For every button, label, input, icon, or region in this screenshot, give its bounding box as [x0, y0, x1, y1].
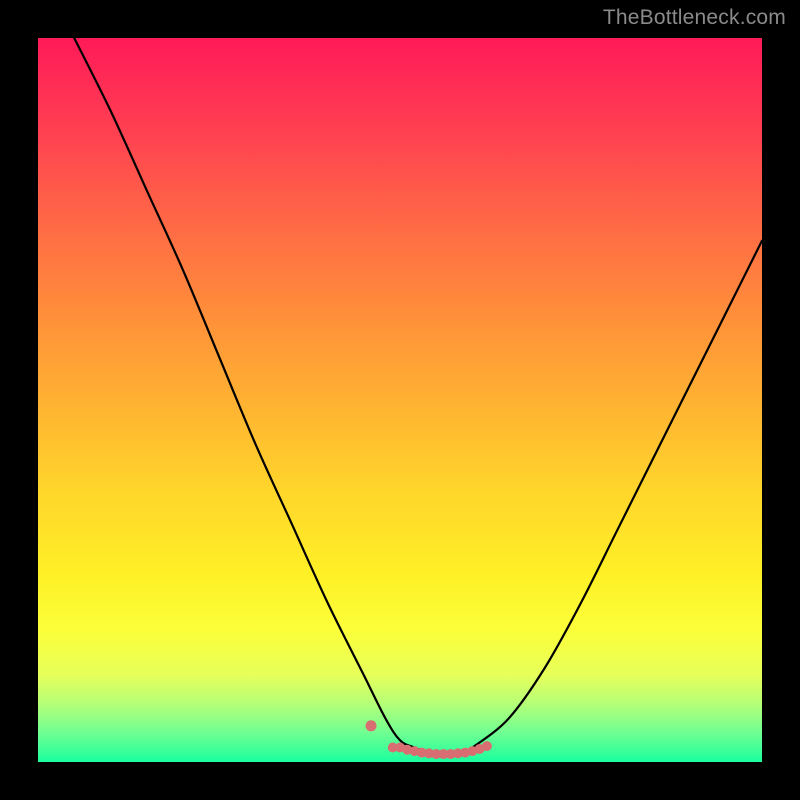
- bottleneck-curve-path: [74, 38, 762, 756]
- bottleneck-curve-svg: [38, 38, 762, 762]
- trough-marker-dot: [482, 741, 492, 751]
- trough-marker-dot: [366, 720, 377, 731]
- watermark-text: TheBottleneck.com: [603, 6, 786, 30]
- trough-markers: [366, 720, 492, 759]
- chart-area: [38, 38, 762, 762]
